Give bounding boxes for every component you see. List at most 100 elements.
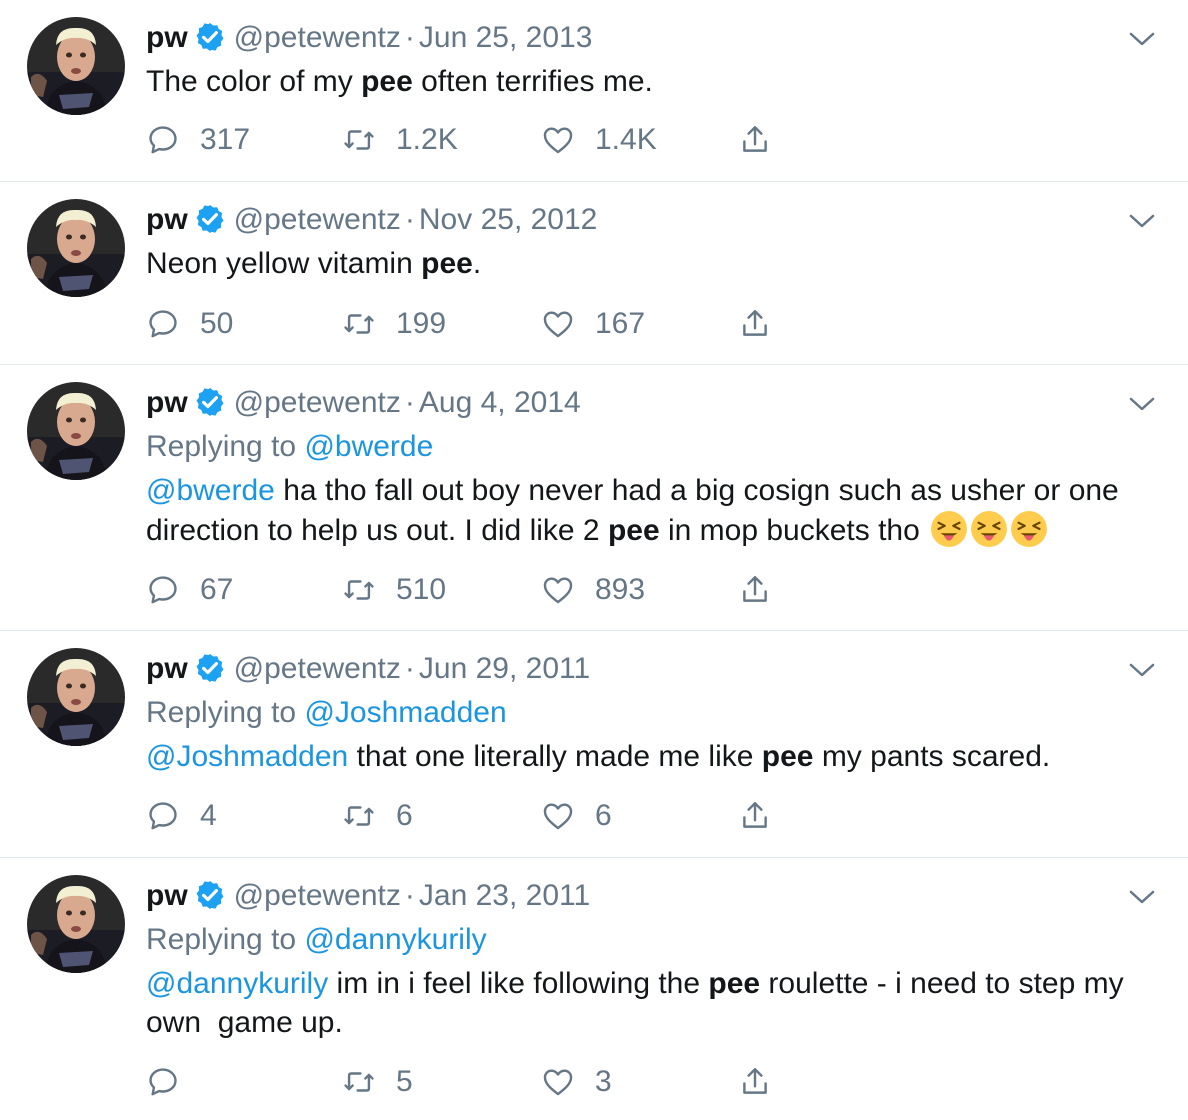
retweet-button[interactable]: 5 — [342, 1062, 413, 1102]
avatar[interactable] — [27, 17, 125, 115]
avatar-photo — [27, 199, 125, 297]
verified-badge-icon — [196, 654, 224, 682]
verified-badge-icon — [196, 23, 224, 51]
avatar[interactable] — [27, 382, 125, 480]
share-icon — [743, 576, 767, 602]
replying-to-label: Replying to — [146, 430, 305, 463]
mention-link[interactable]: @Joshmadden — [146, 740, 348, 773]
replying-to-link[interactable]: @Joshmadden — [304, 696, 506, 729]
retweet-icon — [344, 580, 374, 600]
mention-link[interactable]: @dannykurily — [146, 967, 328, 1000]
like-button[interactable]: 1.4K — [541, 120, 657, 160]
highlighted-term: pee — [708, 967, 761, 1000]
separator: · — [404, 652, 415, 685]
like-count: 1.4K — [595, 123, 657, 156]
tweet-header: pw @petewentz · Nov 25, 2012 — [146, 200, 597, 240]
share-button[interactable] — [738, 796, 772, 836]
retweet-button[interactable]: 1.2K — [342, 120, 458, 160]
highlighted-term: pee — [607, 514, 660, 547]
tweet-text-part: The color of my — [146, 65, 362, 98]
share-button[interactable] — [738, 304, 772, 344]
squinting-face-with-tongue-emoji — [1011, 511, 1048, 547]
retweet-button[interactable]: 6 — [342, 796, 413, 836]
tweet[interactable]: pw @petewentz · Jun 29, 2011 Replying to @J… — [0, 631, 1188, 858]
avatar[interactable] — [27, 648, 125, 746]
handle[interactable]: @petewentz — [234, 203, 401, 236]
chevron-down-icon[interactable] — [1128, 886, 1156, 908]
reply-button[interactable]: 50 — [146, 304, 233, 344]
tweet-text-part: Neon yellow vitamin — [146, 247, 422, 280]
retweet-icon — [344, 806, 374, 826]
avatar-photo — [27, 875, 125, 973]
handle[interactable]: @petewentz — [234, 21, 401, 54]
handle[interactable]: @petewentz — [234, 652, 401, 685]
reply-icon — [149, 802, 177, 830]
timestamp[interactable]: Nov 25, 2012 — [419, 203, 597, 236]
timestamp[interactable]: Aug 4, 2014 — [419, 386, 581, 419]
share-button[interactable] — [738, 1062, 772, 1102]
retweet-count: 510 — [396, 573, 447, 606]
replying-to-link[interactable]: @dannykurily — [304, 923, 486, 956]
display-name[interactable]: pw — [146, 652, 188, 685]
display-name[interactable]: pw — [146, 21, 188, 54]
separator: · — [404, 203, 415, 236]
avatar-photo — [27, 382, 125, 480]
display-name[interactable]: pw — [146, 386, 188, 419]
tweet-text: The color of my pee often terrifies me. — [146, 62, 653, 101]
display-name[interactable]: pw — [146, 203, 188, 236]
tweet[interactable]: pw @petewentz · Jan 23, 2011 Replying to @d… — [0, 858, 1188, 1120]
chevron-down-icon[interactable] — [1128, 210, 1156, 232]
avatar-photo — [27, 17, 125, 115]
share-button[interactable] — [738, 120, 772, 160]
heart-icon — [543, 1069, 573, 1096]
mention-link[interactable]: @bwerde — [146, 474, 275, 507]
like-button[interactable]: 6 — [541, 796, 612, 836]
share-button[interactable] — [738, 570, 772, 610]
tweet[interactable]: pw @petewentz · Jun 25, 2013 The color of m… — [0, 0, 1188, 182]
tweet[interactable]: pw @petewentz · Nov 25, 2012 Neon yellow vi… — [0, 182, 1188, 365]
like-count: 6 — [595, 799, 612, 832]
timestamp[interactable]: Jun 25, 2013 — [419, 21, 592, 54]
tweet-text-part: in mop buckets tho — [659, 514, 929, 547]
display-name[interactable]: pw — [146, 879, 188, 912]
retweet-button[interactable]: 199 — [342, 304, 446, 344]
reply-button[interactable] — [146, 1062, 200, 1102]
reply-button[interactable]: 4 — [146, 796, 217, 836]
verified-badge-icon — [196, 388, 224, 416]
chevron-down-icon[interactable] — [1128, 28, 1156, 50]
tweet-text-part: my pants scared. — [813, 740, 1051, 773]
handle[interactable]: @petewentz — [234, 386, 401, 419]
reply-button[interactable]: 317 — [146, 120, 250, 160]
retweet-button[interactable]: 510 — [342, 570, 446, 610]
reply-count: 317 — [200, 123, 251, 156]
timestamp[interactable]: Jan 23, 2011 — [419, 879, 590, 912]
timestamp[interactable]: Jun 29, 2011 — [419, 652, 590, 685]
like-button[interactable]: 3 — [541, 1062, 612, 1102]
separator: · — [404, 21, 415, 54]
tweet-text: Neon yellow vitamin pee. — [146, 244, 481, 283]
retweet-count: 1.2K — [396, 123, 458, 156]
avatar[interactable] — [27, 875, 125, 973]
like-button[interactable]: 893 — [541, 570, 645, 610]
replying-to: Replying to @Joshmadden — [146, 693, 507, 733]
avatar[interactable] — [27, 199, 125, 297]
reply-icon — [149, 126, 177, 154]
reply-button[interactable]: 67 — [146, 570, 233, 610]
separator: · — [404, 386, 415, 419]
heart-icon — [543, 803, 573, 830]
like-count: 167 — [595, 307, 646, 340]
like-button[interactable]: 167 — [541, 304, 645, 344]
tweet[interactable]: pw @petewentz · Aug 4, 2014 Replying to @bw… — [0, 365, 1188, 631]
reply-count: 50 — [200, 307, 234, 340]
retweet-icon — [344, 1072, 374, 1092]
replying-to: Replying to @bwerde — [146, 427, 433, 467]
replying-to-link[interactable]: @bwerde — [304, 430, 433, 463]
tweet-header: pw @petewentz · Jun 29, 2011 — [146, 649, 590, 689]
tweet-text: @Joshmadden that one literally made me l… — [146, 737, 1050, 776]
chevron-down-icon[interactable] — [1128, 659, 1156, 681]
handle[interactable]: @petewentz — [234, 879, 401, 912]
tweet-text-part: that one literally made me like — [348, 740, 762, 773]
tweet-text-part: im in i feel like following the — [328, 967, 709, 1000]
chevron-down-icon[interactable] — [1128, 393, 1156, 415]
like-count: 893 — [595, 573, 646, 606]
